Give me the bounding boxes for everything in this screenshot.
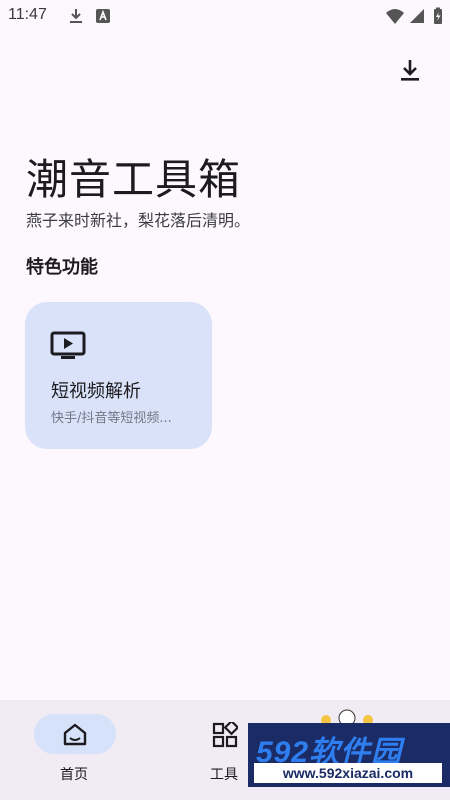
home-icon	[63, 723, 87, 746]
feature-title: 短视频解析	[51, 381, 141, 402]
battery-icon	[434, 7, 442, 24]
nav-label-home: 首页	[60, 767, 88, 783]
watermark-logo: 592软件园 www.592xiazai.com	[248, 723, 450, 787]
app-subtitle: 燕子来时新社，梨花落后清明。	[26, 211, 251, 230]
tv-play-icon	[50, 331, 86, 359]
download-button[interactable]	[394, 54, 426, 86]
section-title: 特色功能	[26, 257, 98, 278]
feature-card-video-parse[interactable]: 短视频解析 快手/抖音等短视频...	[25, 302, 212, 449]
nav-label-tools: 工具	[210, 767, 238, 783]
app-title: 潮音工具箱	[26, 155, 242, 204]
watermark-url: www.592xiazai.com	[254, 763, 442, 783]
download-notification-icon	[70, 9, 82, 23]
status-time: 11:47	[8, 6, 47, 23]
nav-item-tools[interactable]: 工具	[200, 714, 250, 784]
app-notification-icon	[96, 9, 110, 23]
nav-item-home[interactable]	[34, 714, 116, 754]
cell-signal-icon	[410, 9, 424, 23]
grid-apps-icon	[212, 722, 238, 748]
status-bar: 11:47	[0, 0, 450, 32]
wifi-icon	[386, 9, 404, 24]
feature-description: 快手/抖音等短视频...	[51, 411, 172, 426]
